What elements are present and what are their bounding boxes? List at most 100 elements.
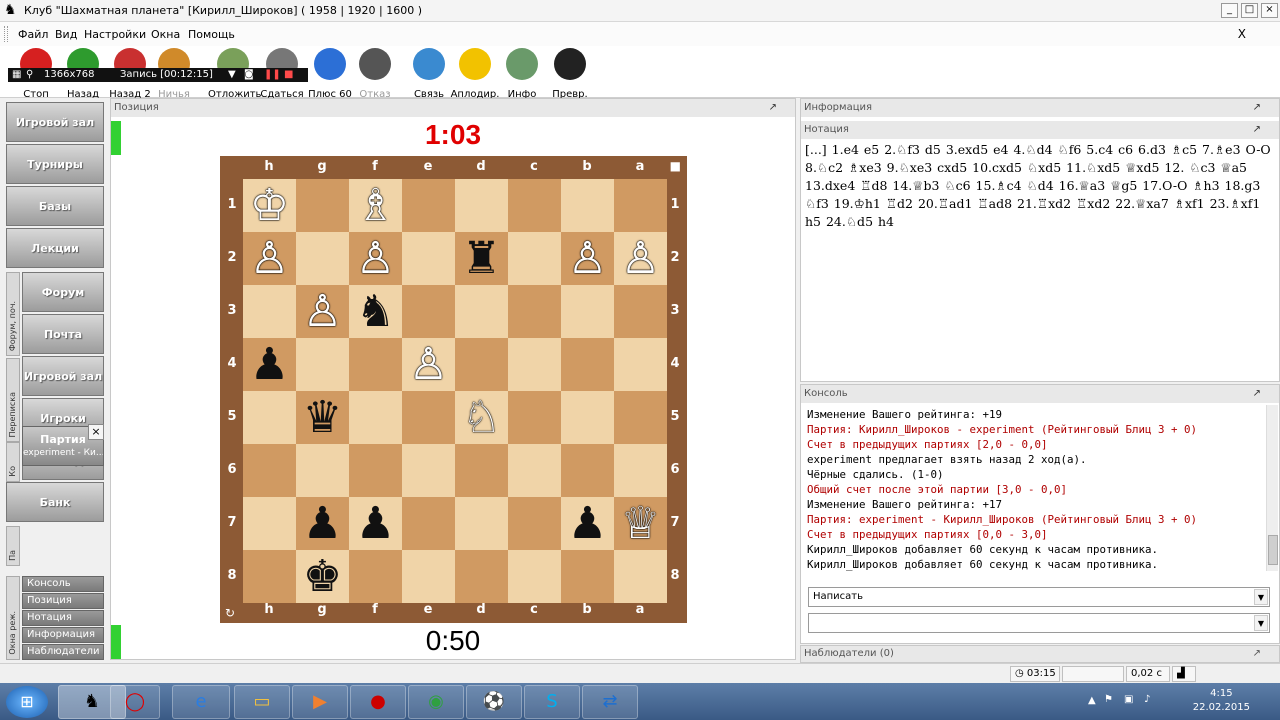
vtab-correspondence[interactable]: Переписка	[6, 358, 20, 442]
board-square-g1[interactable]	[296, 179, 349, 232]
minimize-button[interactable]: _	[1221, 3, 1238, 18]
board-square-c3[interactable]	[508, 285, 561, 338]
board-square-d4[interactable]	[455, 338, 508, 391]
party-close-icon[interactable]: ×	[88, 424, 104, 440]
board-square-d6[interactable]	[455, 444, 508, 497]
vtab-forum-mail[interactable]: Форум, поч.	[6, 272, 20, 356]
board-square-h8[interactable]	[243, 550, 296, 603]
board-square-h6[interactable]	[243, 444, 296, 497]
board-square-a6[interactable]	[614, 444, 667, 497]
board-square-h3[interactable]	[243, 285, 296, 338]
taskbar-chrome[interactable]: ◉	[408, 685, 464, 719]
tray-clock[interactable]: 4:15 22.02.2015	[1193, 687, 1250, 715]
chess-piece-g8[interactable]: ♚	[296, 550, 349, 603]
board-square-d7[interactable]	[455, 497, 508, 550]
chess-piece-f3[interactable]: ♞	[349, 285, 402, 338]
board-square-c8[interactable]	[508, 550, 561, 603]
toolbar-button-9[interactable]: Аплодир.	[450, 48, 500, 100]
board-square-a5[interactable]	[614, 391, 667, 444]
board-square-e5[interactable]	[402, 391, 455, 444]
chat-input[interactable]: ▼	[808, 613, 1270, 633]
board-square-d3[interactable]	[455, 285, 508, 338]
board-square-g4[interactable]	[296, 338, 349, 391]
chess-piece-f7[interactable]: ♟	[349, 497, 402, 550]
recorder-camera-icon[interactable]: ◙	[244, 68, 254, 82]
menu-windows[interactable]: Окна	[151, 28, 180, 41]
vtab-windows-mode[interactable]: Окна реж.	[6, 576, 20, 660]
close-child-button[interactable]: X	[1238, 27, 1246, 41]
chess-piece-d2[interactable]: ♜	[455, 232, 508, 285]
recorder-dropdown-icon[interactable]: ▼	[228, 68, 236, 82]
taskbar-skype[interactable]: S	[524, 685, 580, 719]
tray-arrow-icon[interactable]: ▲	[1088, 695, 1096, 706]
chess-piece-g5[interactable]: ♛	[296, 391, 349, 444]
chess-piece-d5[interactable]: ♘	[455, 391, 508, 444]
board-square-b5[interactable]	[561, 391, 614, 444]
toolbar-button-11[interactable]: Превр.	[548, 48, 592, 100]
board-square-c5[interactable]	[508, 391, 561, 444]
board-square-a1[interactable]	[614, 179, 667, 232]
menu-help[interactable]: Помощь	[188, 28, 235, 41]
chess-piece-g3[interactable]: ♙	[296, 285, 349, 338]
board-square-b8[interactable]	[561, 550, 614, 603]
information-pin-icon[interactable]: ↗	[1253, 99, 1261, 117]
vtab-pa[interactable]: Па	[6, 526, 20, 566]
sidebar-mail[interactable]: Почта	[22, 314, 104, 354]
sidebar-game-hall-2[interactable]: Игровой зал	[22, 356, 104, 396]
tray-volume-icon[interactable]: ♪	[1144, 694, 1150, 705]
panel-link-information[interactable]: Информация	[22, 627, 104, 643]
chess-piece-a7[interactable]: ♕	[614, 497, 667, 550]
board-square-a3[interactable]	[614, 285, 667, 338]
chess-piece-h1[interactable]: ♔	[243, 179, 296, 232]
board-square-f4[interactable]	[349, 338, 402, 391]
recorder-pause-icon[interactable]: ❚❚	[264, 68, 281, 82]
panel-link-notation[interactable]: Нотация	[22, 610, 104, 626]
sidebar-tournaments[interactable]: Турниры	[6, 144, 104, 184]
chess-piece-h4[interactable]: ♟	[243, 338, 296, 391]
board-square-a4[interactable]	[614, 338, 667, 391]
taskbar-ie[interactable]: e	[172, 685, 230, 719]
panel-link-observers[interactable]: Наблюдатели	[22, 644, 104, 660]
menu-file[interactable]: Файл	[18, 28, 48, 41]
board-square-e1[interactable]	[402, 179, 455, 232]
sidebar-databases[interactable]: Базы	[6, 186, 104, 226]
board-square-d8[interactable]	[455, 550, 508, 603]
menu-view[interactable]: Вид	[55, 28, 77, 41]
board-square-f5[interactable]	[349, 391, 402, 444]
start-button[interactable]: ⊞	[6, 686, 48, 718]
board-square-e7[interactable]	[402, 497, 455, 550]
chess-piece-b2[interactable]: ♙	[561, 232, 614, 285]
chess-piece-f2[interactable]: ♙	[349, 232, 402, 285]
toolbar-button-6[interactable]: Плюс 60	[306, 48, 354, 100]
notation-pin-icon[interactable]: ↗	[1253, 121, 1261, 139]
board-square-h5[interactable]	[243, 391, 296, 444]
sidebar-forum[interactable]: Форум	[22, 272, 104, 312]
vtab-ko[interactable]: Ко	[6, 442, 20, 482]
close-window-button[interactable]: ×	[1261, 3, 1278, 18]
chess-piece-f1[interactable]: ♗	[349, 179, 402, 232]
taskbar-media[interactable]: ▶	[292, 685, 348, 719]
menu-settings[interactable]: Настройки	[84, 28, 146, 41]
board-square-b6[interactable]	[561, 444, 614, 497]
chess-piece-b7[interactable]: ♟	[561, 497, 614, 550]
board-square-g2[interactable]	[296, 232, 349, 285]
console-scroll-thumb[interactable]	[1268, 535, 1278, 565]
maximize-button[interactable]: □	[1241, 3, 1258, 18]
console-pin-icon[interactable]: ↗	[1253, 385, 1261, 403]
position-pin-icon[interactable]: ↗	[769, 99, 777, 117]
flip-board-icon[interactable]: ↻	[225, 606, 235, 620]
board-square-e6[interactable]	[402, 444, 455, 497]
sidebar-bank[interactable]: Банк	[6, 482, 104, 522]
console-scrollbar[interactable]	[1266, 405, 1278, 571]
board-square-c4[interactable]	[508, 338, 561, 391]
board-square-c6[interactable]	[508, 444, 561, 497]
board-square-c1[interactable]	[508, 179, 561, 232]
board-square-e2[interactable]	[402, 232, 455, 285]
toolbar-button-10[interactable]: Инфо	[500, 48, 544, 100]
chess-piece-g7[interactable]: ♟	[296, 497, 349, 550]
board-square-g6[interactable]	[296, 444, 349, 497]
taskbar-game[interactable]: ⚽	[466, 685, 522, 719]
taskbar-explorer[interactable]: ▭	[234, 685, 290, 719]
board-square-c2[interactable]	[508, 232, 561, 285]
chevron-down-icon[interactable]: ▼	[1254, 589, 1268, 605]
